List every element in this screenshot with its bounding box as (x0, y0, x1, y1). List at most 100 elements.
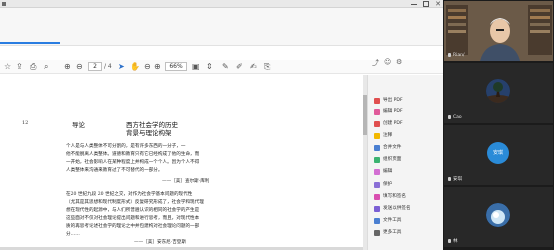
participant-tile[interactable]: 林 (444, 187, 553, 247)
participant-avatar (486, 79, 510, 103)
comment-tool-icon[interactable]: ✎ (222, 62, 229, 72)
participant-name-text: 安琪 (453, 177, 462, 182)
tool-label: 编辑 (383, 169, 393, 174)
participants-panel: Rian/ Cao 安琪 安琪 林 (443, 0, 554, 250)
epigraph2-line: 质的再思考论述社会学的理论之中并包建构对社会理论问题的一部 (66, 224, 200, 229)
bookmark-icon[interactable]: ☆ (4, 62, 11, 72)
participant-video (444, 1, 553, 61)
epigraph2-line: （尤其是其思想和现代制度形式）反复研究形成了，社会学和现代理 (66, 200, 204, 205)
fill-sign-icon (374, 194, 380, 200)
tools-icon[interactable]: ⚙ (396, 58, 402, 66)
participant-name: Rian/ (448, 53, 465, 58)
print-icon[interactable]: ⎙ (30, 62, 36, 72)
hand-tool-icon[interactable]: ✋ (130, 62, 140, 72)
close-button[interactable]: ✕ (435, 0, 441, 8)
participant-name: 安琪 (448, 176, 462, 182)
tool-more-tools[interactable]: 更多工具 (374, 229, 442, 237)
participant-tile[interactable]: Rian/ (444, 1, 553, 61)
tool-organize-pages[interactable]: 组织页面 (374, 156, 442, 164)
select-cursor-icon[interactable]: ➤ (118, 62, 125, 72)
redact-icon (374, 169, 380, 175)
stamp-tool-icon[interactable]: ⎘ (264, 62, 270, 72)
tool-label: 合并文件 (383, 145, 402, 150)
participant-name-text: Cao (453, 115, 462, 120)
send-signature-icon (374, 206, 380, 212)
comment-icon (374, 133, 380, 139)
minimize-button[interactable] (411, 4, 417, 5)
tool-send-signature[interactable]: 发送以供签名 (374, 205, 442, 213)
protect-icon (374, 182, 380, 188)
next-page-icon[interactable]: ⊖ (76, 62, 83, 72)
maximize-button[interactable] (423, 1, 429, 7)
epigraph-line: 他不能脱离人类整体。道德和教育只有它已经构成了他的生命，而 (66, 152, 200, 157)
zoom-in-icon[interactable]: ⊕ (154, 62, 161, 72)
participant-tile[interactable]: 安琪 安琪 (444, 125, 553, 185)
epigraph2-line: 分…… (66, 232, 80, 237)
tool-create-pdf[interactable]: 创建 PDF (374, 120, 442, 128)
participant-name: Cao (448, 115, 462, 120)
search-icon[interactable]: ⌕ (44, 62, 48, 72)
pdf-page: 12 导论 西方社会学的历史 背景与理论构架 个人是与人类整体不可分割的，是有许… (0, 75, 363, 250)
epigraph2-line: 这些面对不仅对社会理论提出问题和进行思考，而且，对现代性本 (66, 216, 200, 221)
export-pdf-icon (374, 98, 380, 104)
epigraph2-line: 在20 世纪九段 20 世纪之交，对作为社会学基本问题的现代性 (66, 192, 193, 197)
chapter-title-line2: 背景与理论构架 (126, 129, 172, 137)
app-icon (2, 2, 6, 6)
tool-label: 更多工具 (383, 230, 402, 235)
participant-name-text: Rian/ (453, 53, 465, 58)
tool-file-tools[interactable]: 文件工具 (374, 217, 442, 225)
tool-fill-sign[interactable]: 填写和签名 (374, 193, 442, 201)
tool-label: 发送以供签名 (383, 206, 411, 211)
pdf-app-window: ✕ ☆ ⇪ ⎙ ⌕ ⊕ ⊖ 2 / 4 ➤ ✋ ⊖ ⊕ 66% ▣ ⇕ ✎ ✐ … (0, 0, 443, 250)
more-tools-icon (374, 230, 380, 236)
organize-pages-icon (374, 157, 380, 163)
document-viewport[interactable]: 12 导论 西方社会学的历史 背景与理论构架 个人是与人类整体不可分割的，是有许… (0, 75, 367, 250)
microphone-icon (448, 239, 451, 243)
tool-label: 注释 (383, 133, 393, 138)
scroll-mode-icon[interactable]: ⇕ (206, 62, 213, 72)
tool-label: 组织页面 (383, 157, 402, 162)
signature-tool-icon[interactable]: ✍ (250, 62, 257, 72)
epigraph-line: 一开始，社会影响人在某种程度上并构成一个个人。因为个人不得 (66, 160, 200, 165)
epigraph-line: 个人是与人类整体不可分割的，是有许多东西的一分子，一 (66, 144, 186, 149)
epigraph-attribution: ——［美］查尔斯·库利 (162, 179, 210, 184)
prev-page-icon[interactable]: ⊕ (64, 62, 71, 72)
tool-label: 文件工具 (383, 218, 402, 223)
participant-avatar (486, 203, 510, 227)
tool-label: 编辑 PDF (383, 109, 403, 114)
participant-name: 林 (448, 238, 458, 244)
epigraph-line: 人类整体来沟通来教育过了不可替代的一部分。 (66, 168, 163, 173)
tool-label: 导出 PDF (383, 98, 403, 103)
tool-edit-pdf[interactable]: 编辑 PDF (374, 108, 442, 116)
participant-tile[interactable]: Cao (444, 63, 553, 123)
upload-icon[interactable]: ⇪ (16, 62, 23, 72)
page-number: 12 (22, 120, 29, 126)
file-tools-icon (374, 218, 380, 224)
tool-comment[interactable]: 注释 (374, 132, 442, 140)
tool-export-pdf[interactable]: 导出 PDF (374, 97, 442, 105)
user-icon[interactable]: ☺ (384, 58, 391, 66)
zoom-out-icon[interactable]: ⊖ (144, 62, 151, 72)
zoom-level-select[interactable]: 66% (165, 62, 187, 71)
chapter-label: 导论 (72, 121, 85, 129)
page-number-input[interactable]: 2 (88, 62, 102, 71)
epigraph2-line: 想在现代性的起源中，与人们所普遍认识的相同的社会学的产生是 (66, 208, 200, 213)
tool-label: 创建 PDF (383, 121, 403, 126)
tool-protect[interactable]: 保护 (374, 181, 442, 189)
microphone-icon (448, 115, 451, 119)
microphone-icon (448, 177, 451, 181)
epigraph2-attribution: ——［美］安东尼·吉登斯 (134, 240, 186, 245)
share-icon[interactable]: ⤴ (372, 58, 379, 68)
microphone-icon (448, 53, 451, 57)
participant-name-text: 林 (453, 239, 458, 244)
tool-redact[interactable]: 编辑 (374, 168, 442, 176)
participant-initials-avatar: 安琪 (487, 142, 509, 164)
create-pdf-icon (374, 121, 380, 127)
tools-side-panel: 导出 PDF 编辑 PDF 创建 PDF 注释 合并文件 组织页面 编辑 保护 (367, 75, 443, 250)
tool-label: 填写和签名 (383, 194, 406, 199)
highlight-tool-icon[interactable]: ✐ (236, 62, 243, 72)
tool-combine-files[interactable]: 合并文件 (374, 144, 442, 152)
combine-files-icon (374, 145, 380, 151)
window-titlebar: ✕ (0, 0, 443, 8)
fit-page-icon[interactable]: ▣ (192, 62, 200, 72)
